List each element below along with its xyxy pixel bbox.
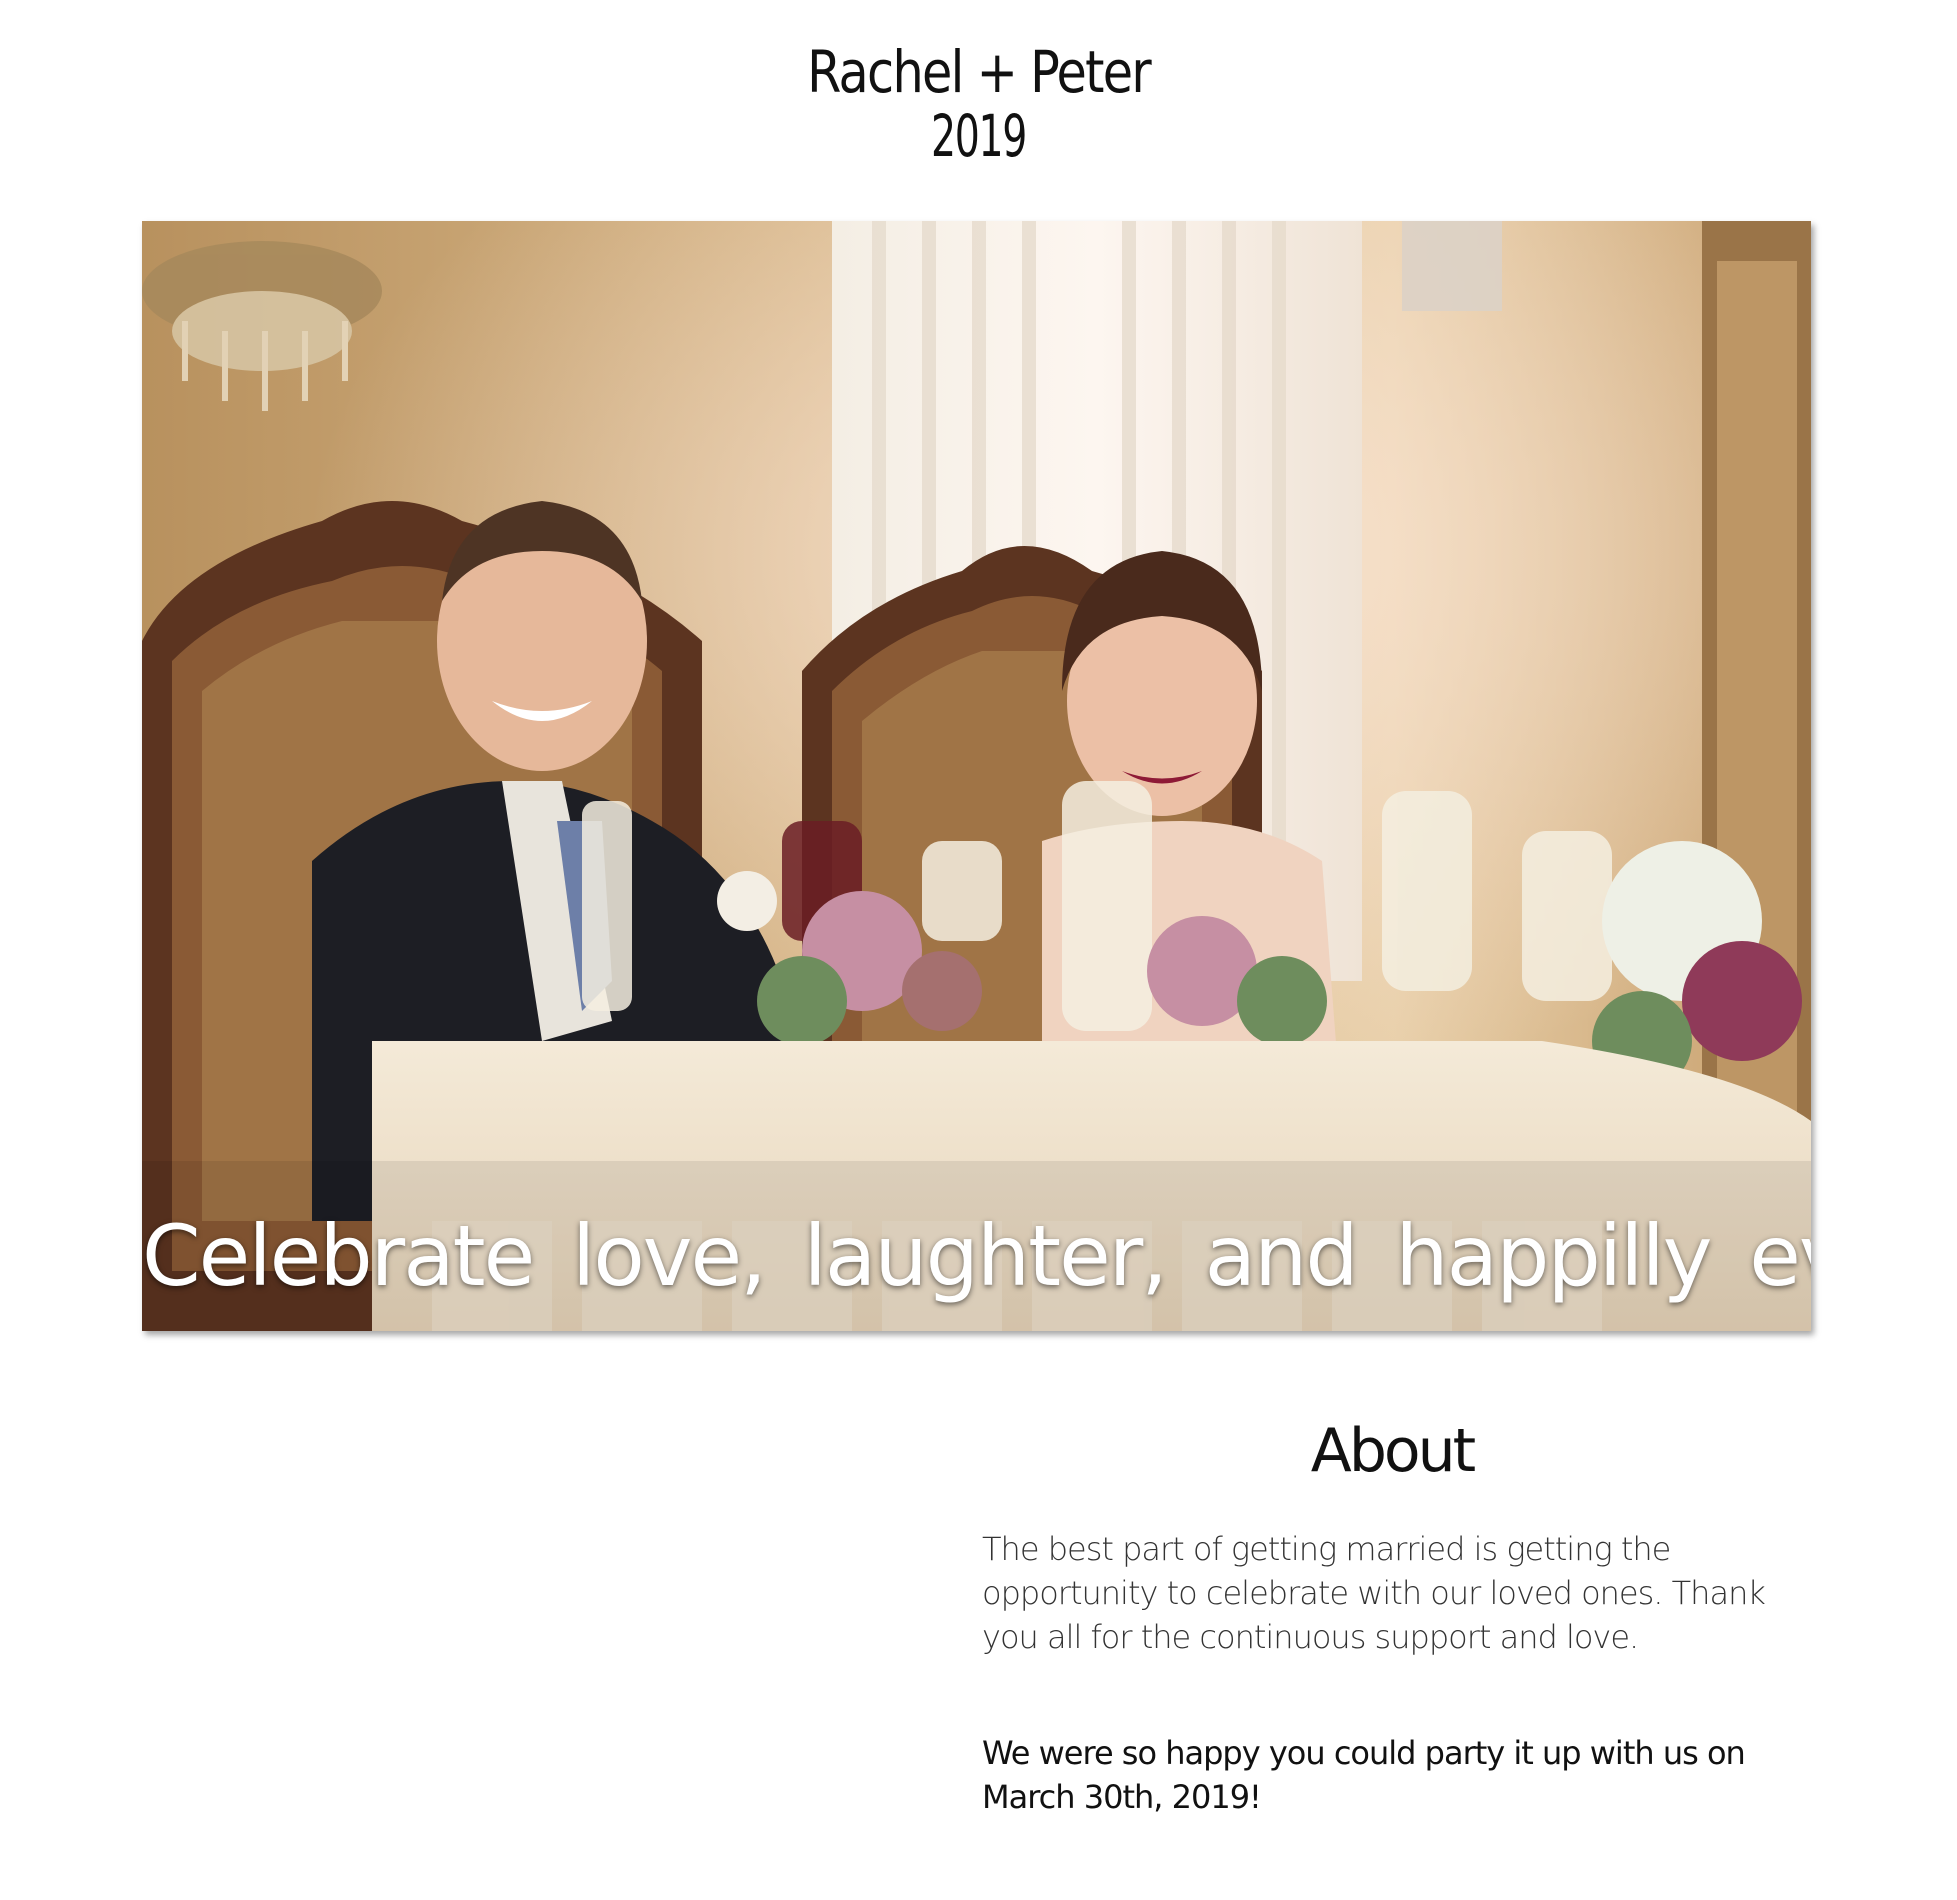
site-title: Rachel + Peter 2019 bbox=[147, 40, 1810, 168]
about-heading: About bbox=[1310, 1416, 1476, 1486]
wedding-year: 2019 bbox=[931, 102, 1027, 170]
about-paragraph: The best part of getting married is gett… bbox=[982, 1530, 1766, 1656]
hero-photo: Celebrate love, laughter, and happilly e… bbox=[142, 221, 1811, 1331]
couple-names: Rachel + Peter bbox=[807, 38, 1152, 106]
about-highlight: We were so happy you could party it up w… bbox=[982, 1734, 1746, 1816]
about-section: About The best part of getting married i… bbox=[982, 1415, 1802, 1819]
wedding-photo bbox=[142, 221, 1811, 1331]
site-header: Rachel + Peter 2019 bbox=[0, 40, 1957, 168]
hero-caption: Celebrate love, laughter, and happilly e… bbox=[142, 1207, 1811, 1305]
